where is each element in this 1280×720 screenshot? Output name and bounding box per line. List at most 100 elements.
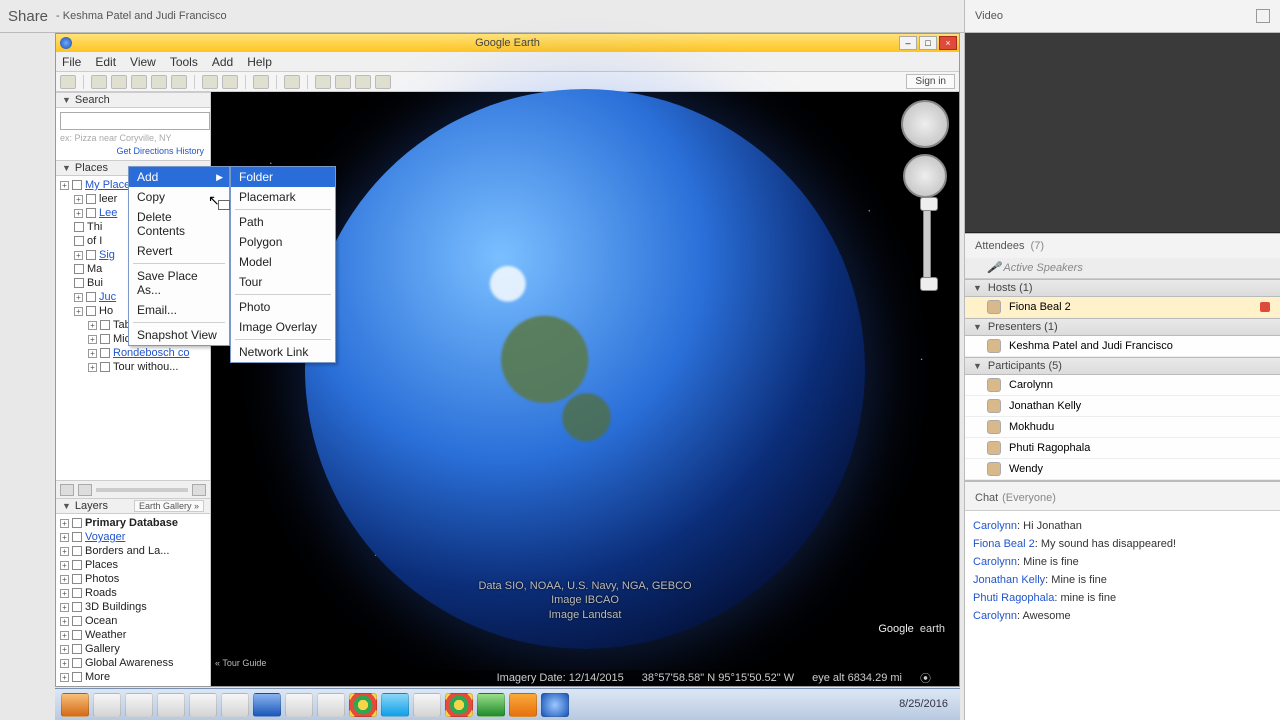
email-icon[interactable] (315, 75, 331, 89)
menu-item[interactable]: Network Link (231, 342, 335, 362)
hosts-group[interactable]: ▼Hosts (1) (965, 279, 1280, 297)
menu-item[interactable]: Model (231, 252, 335, 272)
menu-add[interactable]: Add (212, 55, 233, 69)
places-item[interactable]: +Rondebosch co (58, 346, 208, 360)
tour-guide-toggle[interactable]: « Tour Guide (215, 658, 266, 668)
menu-item[interactable]: Revert (129, 241, 229, 261)
path-icon[interactable] (131, 75, 147, 89)
layers-item[interactable]: +Places (58, 558, 208, 572)
menu-view[interactable]: View (130, 55, 156, 69)
taskbar-app-icon[interactable] (413, 693, 441, 717)
minimize-button[interactable]: – (899, 36, 917, 50)
attendee-row[interactable]: Fiona Beal 2 (965, 297, 1280, 318)
close-button[interactable]: × (939, 36, 957, 50)
taskbar-clock[interactable]: 8/25/2016 (899, 698, 954, 710)
taskbar-explorer-icon[interactable] (93, 693, 121, 717)
layers-item[interactable]: +Borders and La... (58, 544, 208, 558)
taskbar-word-icon[interactable] (253, 693, 281, 717)
planet-icon[interactable] (253, 75, 269, 89)
menu-item[interactable]: Email... (129, 300, 229, 320)
windows-taskbar[interactable]: 8/25/2016 (55, 688, 960, 720)
layers-item[interactable]: +Gallery (58, 642, 208, 656)
menu-item[interactable]: Snapshot View (129, 325, 229, 345)
taskbar-googleearth-icon[interactable] (541, 693, 569, 717)
layers-item[interactable]: +More (58, 670, 208, 684)
menu-tools[interactable]: Tools (170, 55, 198, 69)
search-links[interactable]: Get Directions History (60, 146, 206, 156)
menu-item[interactable]: Polygon (231, 232, 335, 252)
taskbar-powerpoint-icon[interactable] (61, 693, 89, 717)
participants-group[interactable]: ▼Participants (5) (965, 357, 1280, 375)
window-title-bar[interactable]: Google Earth – □ × (56, 34, 959, 52)
ruler-icon[interactable] (284, 75, 300, 89)
sun-icon[interactable] (222, 75, 238, 89)
layers-panel-header[interactable]: ▼LayersEarth Gallery » (56, 498, 210, 514)
layers-item[interactable]: +Global Awareness (58, 656, 208, 670)
menu-item[interactable]: Save Place As... (129, 266, 229, 300)
record-tour-icon[interactable] (171, 75, 187, 89)
video-panel-header[interactable]: Video (965, 0, 1280, 33)
mic-muted-icon[interactable] (1260, 302, 1270, 312)
menu-file[interactable]: File (62, 55, 81, 69)
attendee-row[interactable]: Phuti Ragophala (965, 438, 1280, 459)
menu-item[interactable]: Image Overlay (231, 317, 335, 337)
taskbar-app-icon[interactable] (125, 693, 153, 717)
presenters-group[interactable]: ▼Presenters (1) (965, 318, 1280, 336)
layers-item[interactable]: +3D Buildings (58, 600, 208, 614)
attendee-row[interactable]: Jonathan Kelly (965, 396, 1280, 417)
menu-item[interactable]: Tour (231, 272, 335, 292)
layers-item[interactable]: +Weather (58, 628, 208, 642)
earth-globe[interactable] (305, 89, 865, 649)
attendee-row[interactable]: Carolynn (965, 375, 1280, 396)
placemark-icon[interactable] (91, 75, 107, 89)
menu-item[interactable]: Placemark (231, 187, 335, 207)
taskbar-excel-icon[interactable] (477, 693, 505, 717)
view-in-maps-icon[interactable] (375, 75, 391, 89)
chat-log[interactable]: Carolynn: Hi JonathanFiona Beal 2: My so… (965, 510, 1280, 720)
pan-control[interactable] (903, 154, 947, 198)
layers-item[interactable]: +Photos (58, 572, 208, 586)
tree-search-icon[interactable] (60, 484, 74, 496)
taskbar-skype-icon[interactable] (381, 693, 409, 717)
opacity-slider[interactable] (96, 488, 188, 492)
menu-item[interactable]: Add (129, 167, 229, 187)
menu-item[interactable]: Photo (231, 297, 335, 317)
taskbar-vlc-icon[interactable] (509, 693, 537, 717)
menu-edit[interactable]: Edit (95, 55, 116, 69)
layers-item[interactable]: +Ocean (58, 614, 208, 628)
taskbar-chrome-icon[interactable] (445, 693, 473, 717)
save-image-icon[interactable] (355, 75, 371, 89)
video-area[interactable] (965, 33, 1280, 233)
search-panel-header[interactable]: ▼Search (56, 92, 210, 108)
layers-item[interactable]: +Roads (58, 586, 208, 600)
layers-tree[interactable]: +Primary Database+Voyager+Borders and La… (56, 514, 210, 686)
signin-button[interactable]: Sign in (906, 74, 955, 89)
compass-control[interactable] (901, 100, 949, 148)
overlay-icon[interactable] (151, 75, 167, 89)
taskbar-app-icon[interactable] (317, 693, 345, 717)
attendee-row[interactable]: Mokhudu (965, 417, 1280, 438)
tree-tool-icon[interactable] (192, 484, 206, 496)
taskbar-chrome-icon[interactable] (349, 693, 377, 717)
menu-item[interactable]: Folder (231, 167, 335, 187)
taskbar-ie-icon[interactable] (157, 693, 185, 717)
taskbar-outlook-icon[interactable] (221, 693, 249, 717)
attendee-row[interactable]: Wendy (965, 459, 1280, 480)
layers-item[interactable]: +Voyager (58, 530, 208, 544)
earth-gallery-link[interactable]: Earth Gallery » (134, 500, 204, 512)
popout-icon[interactable] (1256, 9, 1270, 23)
zoom-slider[interactable] (923, 204, 931, 284)
search-input[interactable] (60, 112, 210, 130)
taskbar-notes-icon[interactable] (285, 693, 313, 717)
taskbar-app-icon[interactable] (189, 693, 217, 717)
add-submenu[interactable]: FolderPlacemarkPathPolygonModelTourPhoto… (230, 166, 336, 363)
layers-item[interactable]: +Primary Database (58, 516, 208, 530)
toolbar-icon[interactable] (60, 75, 76, 89)
menu-item[interactable]: Copy (129, 187, 229, 207)
polygon-icon[interactable] (111, 75, 127, 89)
attendee-row[interactable]: Keshma Patel and Judi Francisco (965, 336, 1280, 357)
menu-help[interactable]: Help (247, 55, 272, 69)
maximize-button[interactable]: □ (919, 36, 937, 50)
places-context-menu[interactable]: AddCopyDelete ContentsRevertSave Place A… (128, 166, 230, 346)
print-icon[interactable] (335, 75, 351, 89)
